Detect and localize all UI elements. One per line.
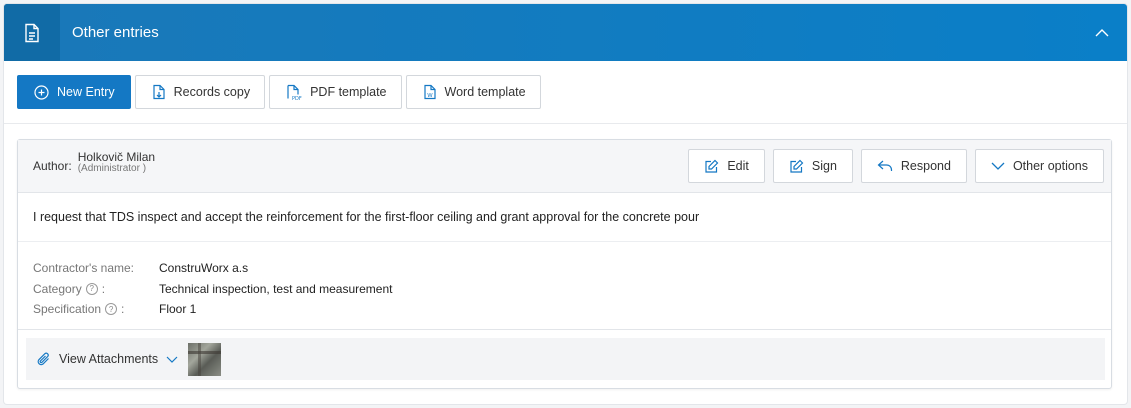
- records-copy-button[interactable]: Records copy: [134, 75, 266, 109]
- entry-actions: Edit Sign Respond Other options: [688, 149, 1104, 183]
- word-template-label: Word template: [444, 85, 526, 99]
- word-file-icon: W: [423, 84, 436, 100]
- help-icon[interactable]: ?: [85, 282, 98, 295]
- other-entries-panel: Other entries New Entry Records copy PDF…: [4, 4, 1127, 404]
- detail-row-specification: Specification?: Floor 1: [33, 299, 1111, 320]
- author-role: (Administrator ): [77, 163, 147, 174]
- edit-label: Edit: [727, 159, 749, 173]
- author-name: Holkovič Milan: [77, 150, 156, 164]
- author-info: Holkovič Milan (Administrator ): [78, 151, 155, 175]
- detail-label: Specification?:: [33, 302, 125, 317]
- plus-circle-icon: [34, 84, 49, 100]
- entry-header: Author: Holkovič Milan (Administrator ) …: [18, 140, 1111, 193]
- document-icon: [4, 4, 60, 61]
- other-options-label: Other options: [1012, 159, 1088, 173]
- other-options-button[interactable]: Other options: [974, 149, 1104, 183]
- new-entry-label: New Entry: [57, 85, 115, 99]
- author-label: Author:: [33, 159, 72, 173]
- entry-card: Author: Holkovič Milan (Administrator ) …: [17, 139, 1112, 389]
- svg-text:W: W: [427, 93, 433, 99]
- word-template-button[interactable]: W Word template: [405, 75, 541, 109]
- reply-icon: [877, 160, 893, 171]
- sign-label: Sign: [811, 159, 837, 173]
- svg-text:PDF: PDF: [292, 96, 302, 101]
- detail-label: Category?:: [33, 281, 106, 296]
- attachments-bar: View Attachments: [26, 338, 1105, 380]
- new-entry-button[interactable]: New Entry: [17, 75, 131, 109]
- sign-icon: [790, 159, 804, 173]
- respond-label: Respond: [900, 159, 951, 173]
- detail-row-category: Category?: Technical inspection, test an…: [33, 279, 1111, 300]
- chevron-down-icon: [991, 162, 1005, 170]
- sign-button[interactable]: Sign: [772, 149, 853, 183]
- records-copy-label: Records copy: [173, 85, 251, 99]
- view-attachments-label: View Attachments: [59, 352, 159, 366]
- pdf-file-icon: PDF: [287, 84, 302, 101]
- panel-header: Other entries: [4, 4, 1127, 61]
- detail-value: ConstruWorx a.s: [159, 261, 249, 276]
- view-attachments-toggle[interactable]: View Attachments: [37, 352, 178, 367]
- pdf-template-button[interactable]: PDF PDF template: [269, 75, 402, 109]
- panel-title: Other entries: [72, 24, 159, 41]
- detail-label: Contractor's name:: [33, 261, 134, 276]
- detail-value: Floor 1: [159, 302, 197, 317]
- entry-details: Contractor's name: ConstruWorx a.s Categ…: [18, 242, 1111, 330]
- edit-button[interactable]: Edit: [688, 149, 765, 183]
- chevron-up-icon[interactable]: [1091, 22, 1113, 44]
- edit-icon: [705, 159, 719, 173]
- document-copy-icon: [153, 84, 165, 100]
- pdf-template-label: PDF template: [310, 85, 387, 99]
- paperclip-icon: [37, 352, 49, 365]
- chevron-down-icon: [166, 356, 178, 363]
- detail-value: Technical inspection, test and measureme…: [159, 281, 393, 296]
- toolbar: New Entry Records copy PDF PDF template …: [4, 61, 1127, 124]
- detail-row-contractor: Contractor's name: ConstruWorx a.s: [33, 258, 1111, 279]
- entry-text: I request that TDS inspect and accept th…: [18, 193, 1111, 242]
- attachment-thumbnail[interactable]: [188, 342, 222, 376]
- respond-button[interactable]: Respond: [860, 149, 967, 183]
- help-icon[interactable]: ?: [105, 303, 118, 316]
